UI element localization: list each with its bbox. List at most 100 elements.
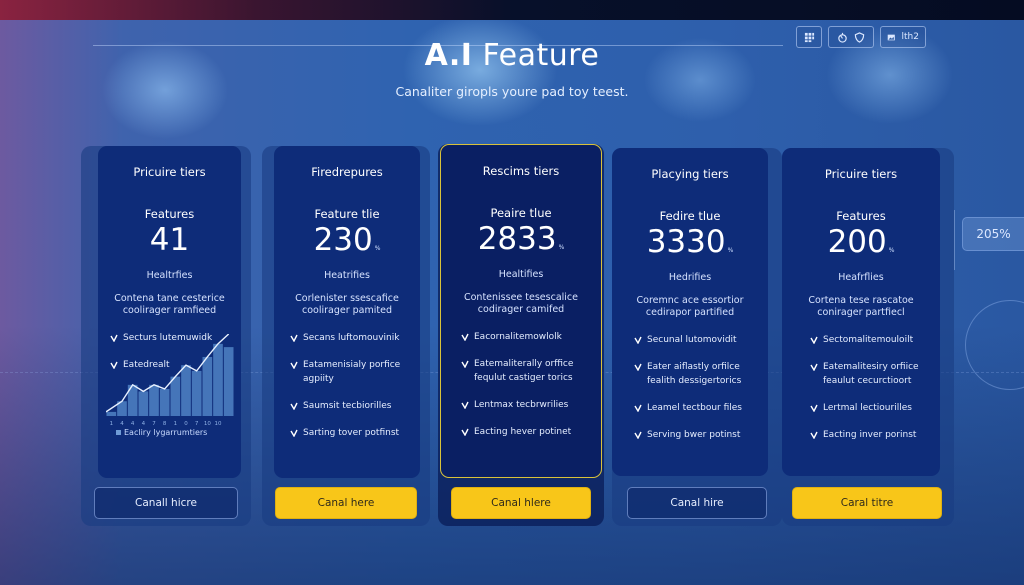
card-description-line: Contenissee tesescalice	[463, 292, 578, 303]
page-title: A.I Feature	[0, 38, 1024, 73]
card-number-value: 3330	[646, 224, 726, 260]
feature-text: Leamel tectbour files	[647, 403, 742, 413]
card-subtext: Heafrflies	[838, 272, 884, 283]
card-description: Contenissee tesescalice codirager camife…	[449, 292, 593, 316]
chart-tick-label: 4	[131, 421, 135, 427]
check-icon	[461, 360, 469, 368]
card-description-line: conirager partfiecl	[817, 307, 905, 318]
chart-legend-label: Eacliry lygarrumtiers	[124, 428, 207, 437]
chart-tick-label: 7	[152, 421, 156, 427]
chart-tick-label: 8	[163, 421, 167, 427]
chart-tick-label: 1	[110, 421, 114, 427]
card-number-unit: %	[374, 245, 381, 252]
chart-bar	[170, 376, 181, 416]
feature-text: Eater aiflastly orfilce fealith dessiger…	[647, 362, 742, 386]
check-icon	[290, 402, 298, 410]
card-description-line: codirager camifed	[477, 304, 565, 315]
feature-item: Eatemaliterally orffice fequlut castiger…	[461, 357, 593, 385]
feature-item: Serving bwer potinst	[634, 428, 760, 442]
page-subtitle: Canaliter giropls youre pad toy teest.	[395, 84, 629, 99]
card-subtext: Heatrifies	[324, 270, 370, 281]
chart-bar	[106, 411, 117, 416]
cta-button[interactable]: Canall hicre	[94, 487, 238, 519]
chart-tick-label: 7	[195, 421, 199, 427]
feature-item: Eacting inver porinst	[810, 428, 932, 442]
chart-tick-label: 1	[174, 421, 178, 427]
page-title-bold: A.I	[424, 38, 473, 73]
feature-text: Lentmax tecbrwrilies	[474, 400, 569, 410]
check-icon	[461, 401, 469, 409]
card-number: 2833%	[441, 221, 601, 257]
card-description-line: Coremnc ace essortior	[636, 295, 744, 306]
cta-button[interactable]: Canal hire	[627, 487, 767, 519]
feature-item: Secunal lutomovidit	[634, 333, 760, 347]
card-label: Fedire tlue	[659, 209, 721, 223]
feature-text: Sarting tover potfinst	[303, 428, 400, 438]
card-description-line: coolirager ramfieed	[122, 305, 217, 316]
card-panel: Placying tiers Fedire tlue 3330% Hedrifi…	[612, 148, 768, 476]
feature-list: Eacornalitemowlolk Eatemaliterally orffi…	[461, 330, 593, 452]
card-subtext: Healtrfies	[146, 270, 193, 281]
feature-list: Secunal lutomovidit Eater aiflastly orfi…	[634, 333, 760, 455]
card-title: Firedrepures	[311, 165, 383, 179]
page-title-light: Feature	[482, 38, 600, 73]
card-number-value: 200	[827, 224, 887, 260]
check-icon	[461, 428, 469, 436]
card-number-unit: %	[558, 244, 565, 251]
card-description-line: Contena tane cesterice	[114, 293, 225, 304]
feature-text: Secunal lutomovidit	[647, 335, 737, 345]
card-number: 230%	[274, 222, 420, 258]
check-icon	[810, 404, 818, 412]
feature-text: Eacornalitemowlolk	[474, 332, 562, 342]
card-title: Placying tiers	[651, 167, 729, 181]
card-subtext: Hedrifies	[668, 272, 712, 283]
check-icon	[290, 361, 298, 369]
chart-bar	[138, 391, 149, 416]
check-icon	[290, 334, 298, 342]
pricing-card-1: Pricuire tiers Features 41 Healtrfies Co…	[81, 146, 251, 526]
card-label: Peaire tlue	[490, 206, 552, 220]
chart-tick-label: 10	[204, 421, 211, 427]
feature-item: Sarting tover potfinst	[290, 426, 412, 440]
card-description: Corlenister ssescafice coolirager pamite…	[282, 293, 412, 317]
card-number-unit: %	[888, 247, 895, 254]
check-icon	[810, 363, 818, 371]
feature-text: Secans luftomouvinik	[303, 333, 400, 343]
feature-item: Lertmal lectiourilles	[810, 401, 932, 415]
card-description-line: cedirapor partified	[645, 307, 735, 318]
chart-bar	[213, 343, 223, 416]
feature-item: Secans luftomouvinik	[290, 331, 412, 345]
card-description-line: Corlenister ssescafice	[295, 293, 399, 304]
feature-text: Serving bwer potinst	[647, 430, 741, 440]
card-description-line: Cortena tese rascatoe	[808, 295, 914, 306]
card-title: Pricuire tiers	[824, 167, 898, 181]
card-description: Cortena tese rascatoe conirager partfiec…	[790, 295, 932, 319]
card-label: Features	[144, 207, 195, 221]
card-label: Feature tlie	[314, 207, 380, 221]
card-number-value: 2833	[477, 221, 557, 257]
card-number-value: 41	[149, 222, 190, 258]
pricing-card-3: Rescims tiers Peaire tlue 2833% Healtifi…	[438, 144, 604, 526]
feature-text: Eatamenisialy porfice agpiity	[303, 360, 401, 384]
chart-bar	[149, 384, 159, 416]
check-icon	[461, 333, 469, 341]
pricing-card-5: Pricuire tiers Features 200% Heafrflies …	[782, 148, 954, 526]
feature-text: Saumsit tecbiorilles	[303, 401, 392, 411]
check-icon	[290, 429, 298, 437]
pricing-card-4: Placying tiers Fedire tlue 3330% Hedrifi…	[612, 148, 782, 526]
cta-button[interactable]: Canal hlere	[451, 487, 591, 519]
feature-item: Eacornalitemowlolk	[461, 330, 593, 344]
feature-item: Saumsit tecbiorilles	[290, 399, 412, 413]
card-description-line: coolirager pamited	[302, 305, 392, 316]
feature-text: Sectomalitemouloilt	[823, 335, 914, 345]
check-icon	[634, 336, 642, 344]
chart-bar	[181, 365, 191, 416]
cta-button[interactable]: Canal here	[275, 487, 417, 519]
card-title: Rescims tiers	[482, 164, 560, 178]
card-number: 3330%	[612, 224, 768, 260]
card-title: Pricuire tiers	[133, 165, 206, 179]
chart-legend-swatch	[116, 430, 121, 435]
cta-button[interactable]: Caral titre	[792, 487, 942, 519]
card-number: 200%	[782, 224, 940, 260]
chart-bar	[202, 356, 213, 416]
